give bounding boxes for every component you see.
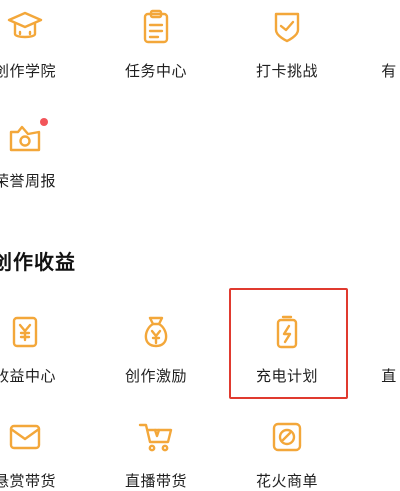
tool-honor-weekly[interactable]: 荣誉周报 xyxy=(0,110,80,200)
creator-services-page: 创作学院 任务中心 打卡挑战 有 荣誉周报 创作收益 收益中心 创作激励 充电计… xyxy=(0,0,400,491)
tool-label: 花火商单 xyxy=(255,472,318,490)
tool-charging-plan[interactable]: 充电计划 xyxy=(232,305,342,395)
tool-checkin-challenge[interactable]: 打卡挑战 xyxy=(232,0,342,90)
tool-label: 有 xyxy=(381,62,397,80)
envelope-icon xyxy=(6,418,44,456)
tool-bounty-sales[interactable]: 悬赏带货 xyxy=(0,410,80,491)
shield-check-icon xyxy=(268,8,306,46)
tool-label: 收益中心 xyxy=(0,367,56,385)
tool-label: 任务中心 xyxy=(124,62,187,80)
tool-label: 打卡挑战 xyxy=(255,62,318,80)
tool-partial-right[interactable]: 有 xyxy=(334,0,400,90)
tool-spark-orders[interactable]: 花火商单 xyxy=(232,410,342,491)
shopping-cart-icon xyxy=(137,418,175,456)
spark-tag-icon xyxy=(268,418,306,456)
tool-task-center[interactable]: 任务中心 xyxy=(101,0,211,90)
tool-label: 创作激励 xyxy=(124,367,187,385)
graduation-cap-icon xyxy=(6,8,44,46)
clipboard-icon xyxy=(137,8,175,46)
tool-label: 创作学院 xyxy=(0,62,56,80)
notification-dot xyxy=(40,118,48,126)
tool-creator-incentive[interactable]: 创作激励 xyxy=(101,305,211,395)
crown-photo-icon xyxy=(6,118,48,156)
tool-partial-right[interactable]: 直 xyxy=(334,305,400,395)
tool-live-sales[interactable]: 直播带货 xyxy=(101,410,211,491)
tool-creator-academy[interactable]: 创作学院 xyxy=(0,0,80,90)
tool-label: 悬赏带货 xyxy=(0,472,56,490)
section-title: 创作收益 xyxy=(0,250,76,274)
battery-charge-icon xyxy=(268,313,306,351)
tool-earnings-center[interactable]: 收益中心 xyxy=(0,305,80,395)
tool-label: 直 xyxy=(381,367,397,385)
yen-note-icon xyxy=(6,313,44,351)
tool-label: 直播带货 xyxy=(124,472,187,490)
money-bag-icon xyxy=(137,313,175,351)
tool-label: 荣誉周报 xyxy=(0,172,56,190)
tool-label: 充电计划 xyxy=(255,367,318,385)
